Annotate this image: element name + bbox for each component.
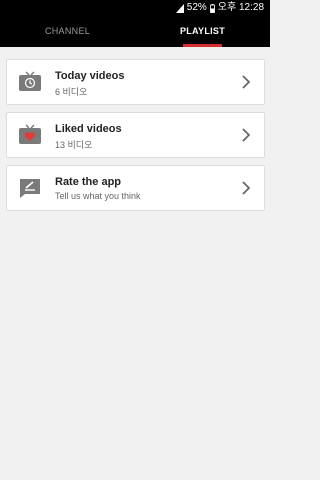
list-item-title: Rate the app bbox=[55, 176, 122, 188]
rate-feedback-icon bbox=[20, 179, 40, 198]
list-item-rate-app[interactable]: Rate the app Tell us what you think bbox=[6, 165, 265, 211]
chevron-right-icon bbox=[242, 181, 250, 195]
status-bar-indicators: 52% 오후 12:28 bbox=[175, 2, 264, 14]
list-item-title: Today videos bbox=[55, 70, 125, 82]
selected-tab-indicator bbox=[183, 44, 222, 47]
battery-percent: 52% bbox=[186, 2, 207, 13]
chevron-right-icon bbox=[242, 128, 250, 142]
clock: 오후 12:28 bbox=[217, 2, 264, 13]
list-item-subtitle: 6 비디오 bbox=[55, 87, 88, 97]
tab-channel[interactable]: CHANNEL bbox=[0, 16, 135, 47]
tv-heart-icon bbox=[19, 124, 41, 144]
battery-icon bbox=[209, 3, 215, 13]
tv-history-icon bbox=[19, 71, 41, 91]
list-item-liked-videos[interactable]: Liked videos 13 비디오 bbox=[6, 112, 265, 158]
status-bar: 52% 오후 12:28 bbox=[0, 0, 270, 16]
list-item-today-videos[interactable]: Today videos 6 비디오 bbox=[6, 59, 265, 105]
chevron-right-icon bbox=[242, 75, 250, 89]
list-item-subtitle: 13 비디오 bbox=[55, 140, 93, 150]
list-item-title: Liked videos bbox=[55, 123, 122, 135]
tab-bar: CHANNEL PLAYLIST bbox=[0, 16, 270, 47]
playlist-list: Today videos 6 비디오 Liked videos 13 비디오 R… bbox=[6, 59, 265, 218]
tab-playlist[interactable]: PLAYLIST bbox=[135, 16, 270, 47]
list-item-subtitle: Tell us what you think bbox=[55, 191, 141, 201]
signal-icon bbox=[175, 3, 184, 13]
